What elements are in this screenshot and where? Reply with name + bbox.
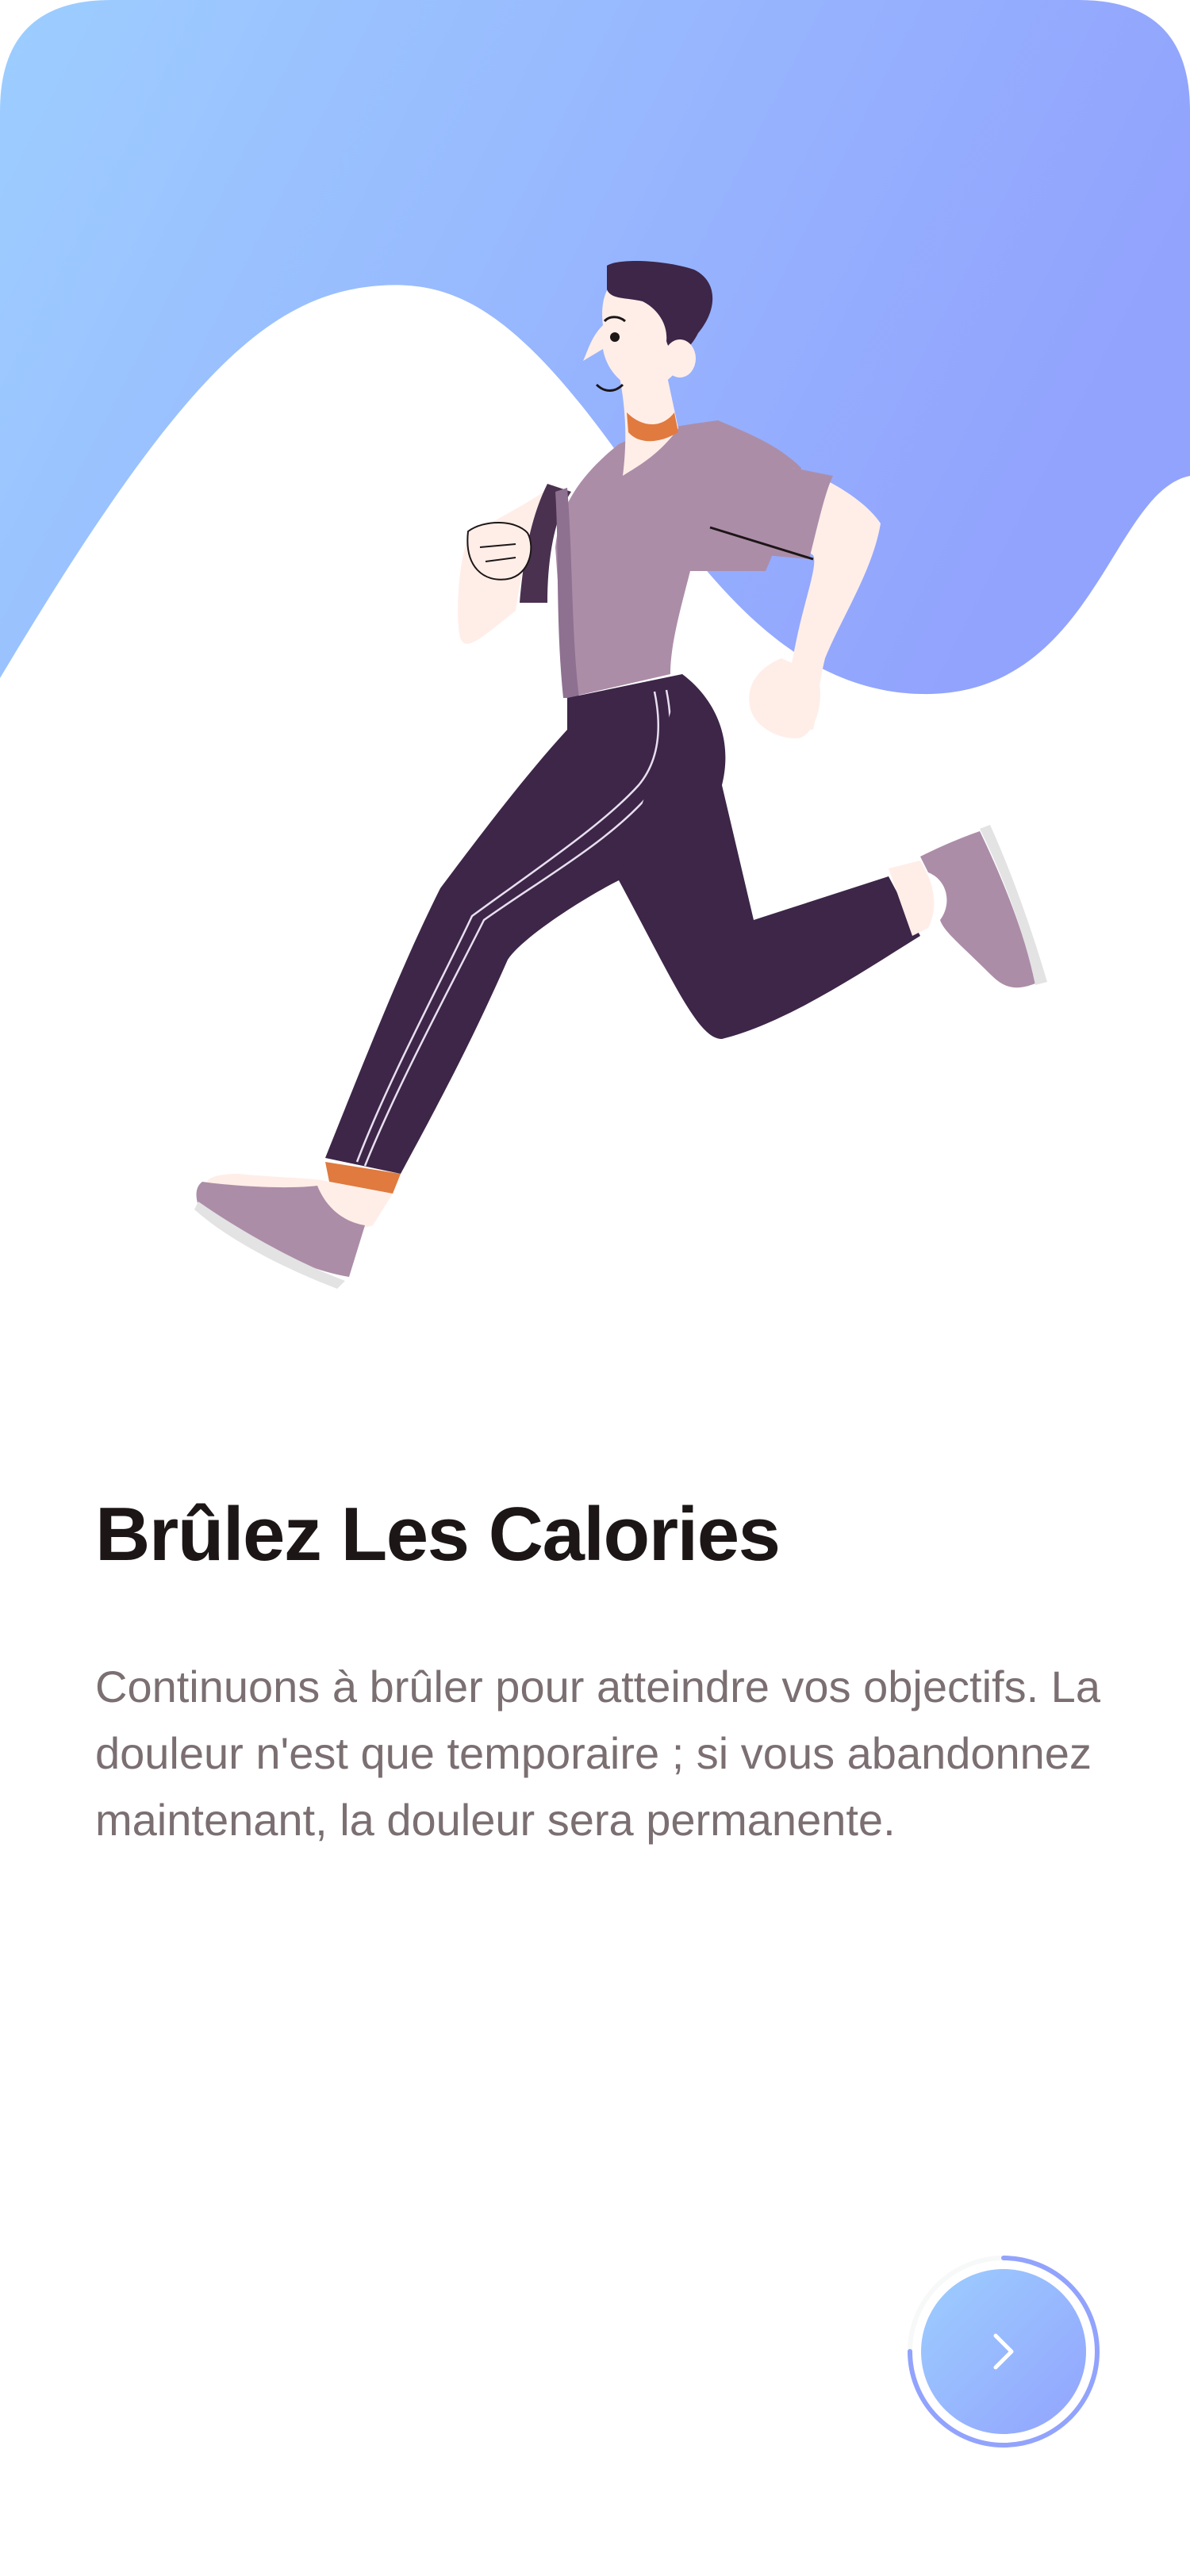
next-button[interactable] xyxy=(921,2269,1086,2434)
page-description: Continuons à brûler pour atteindre vos o… xyxy=(95,1662,1100,1845)
hero-illustration xyxy=(0,0,1190,1289)
page-title: Brûlez Les Calories xyxy=(95,1492,781,1577)
chevron-right-icon xyxy=(993,2333,1014,2370)
next-control xyxy=(904,2252,1103,2451)
onboarding-screen: Brûlez Les Calories Continuons à brûler … xyxy=(0,0,1190,2576)
